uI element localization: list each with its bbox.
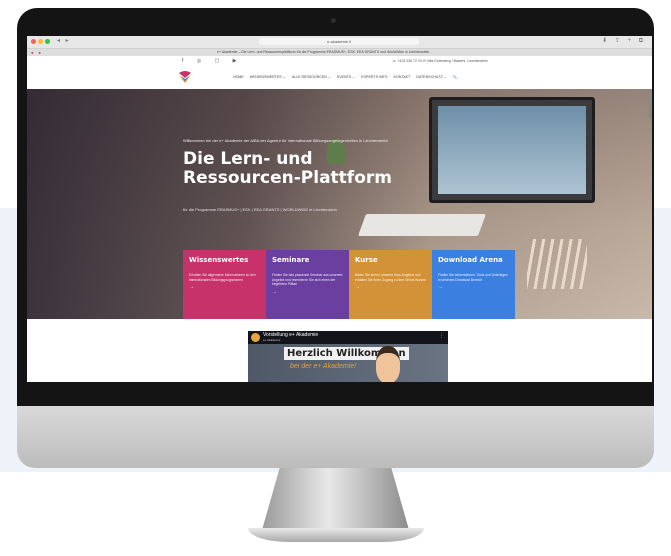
card-kurse[interactable]: Kurse Bilden Sie sich in unseren Kurs-An… xyxy=(349,250,432,319)
video-subheadline: bei der e+ Akademie! xyxy=(290,363,357,370)
monitor-chin xyxy=(17,406,654,468)
card-seminare[interactable]: Seminare Finden Sie das passende Seminar… xyxy=(266,250,349,319)
arrow-right-icon[interactable]: → xyxy=(272,289,343,295)
card-description: Finden Sie das passende Seminar aus unse… xyxy=(272,273,343,287)
close-window-button[interactable] xyxy=(31,39,36,44)
more-options-icon[interactable]: ⋮ xyxy=(439,333,444,339)
monitor-stand xyxy=(262,468,409,530)
tab-bar: ● ● e+ Akademie – Die Lern- und Ressourc… xyxy=(27,49,652,56)
video-thumbnail: Herzlich Willkommen bei der e+ Akademie! xyxy=(248,344,448,382)
zoom-window-button[interactable] xyxy=(45,39,50,44)
nav-item-events[interactable]: EVENTS ⌄ xyxy=(336,75,356,79)
hero-subline: für die Programme ERASMUS+ | ESK | EEA G… xyxy=(183,207,337,212)
nav-item-experts-info[interactable]: EXPERTS INFO xyxy=(360,75,388,79)
hero-photo-keyboard xyxy=(357,214,487,236)
card-description: Finden Sie Informationen, Tools und Unte… xyxy=(438,273,508,282)
search-icon[interactable]: 🔍 xyxy=(452,75,458,79)
arrow-right-icon[interactable]: → xyxy=(355,284,426,290)
video-title-bar: Vorstellung e+ Akademie e+ Akademie ⋮ xyxy=(248,331,448,344)
card-title: Wissenswertes xyxy=(189,256,249,264)
minimize-window-button[interactable] xyxy=(38,39,43,44)
card-description: Bilden Sie sich in unseren Kurs-Angebot … xyxy=(355,273,426,282)
video-section: Herzlich Willkommen bei der e+ Akademie!… xyxy=(27,319,652,382)
hero-title-line1: Die Lern- und xyxy=(183,149,313,169)
card-wissenswertes[interactable]: Wissenswertes Erhalten Sie allgemeine In… xyxy=(183,250,266,319)
hero-title: Die Lern- und Ressourcen-Plattform xyxy=(183,150,443,188)
monitor-foot xyxy=(248,528,424,542)
hero-photo-pencils xyxy=(527,239,587,289)
nav-menu: HOME WISSENSWERTES ⌄ ALLE RESSOURCEN ⌄ E… xyxy=(232,75,458,79)
nav-item-home[interactable]: HOME xyxy=(232,75,245,79)
nav-item-alle-ressourcen[interactable]: ALLE RESSOURCEN ⌄ xyxy=(291,75,332,79)
nav-item-wissenswertes[interactable]: WISSENSWERTES ⌄ xyxy=(249,75,287,79)
feature-cards: Wissenswertes Erhalten Sie allgemeine In… xyxy=(183,250,515,319)
contact-info: ☏ +423 236 72 20 ✉ Villa Gutenberg / Bal… xyxy=(392,59,488,63)
card-title: Kurse xyxy=(355,256,378,264)
arrow-right-icon[interactable]: → xyxy=(189,284,260,290)
site-topbar: f ◎ ▢ ▶ ☏ +423 236 72 20 ✉ Villa Gutenbe… xyxy=(27,57,652,67)
hero-title-line2: Ressourcen-Plattform xyxy=(183,168,392,188)
card-download-arena[interactable]: Download Arena Finden Sie Informationen,… xyxy=(432,250,515,319)
hero-photo-monitor xyxy=(429,97,595,203)
favorites-icons[interactable]: ● ● xyxy=(31,50,43,55)
card-title: Seminare xyxy=(272,256,310,264)
embedded-video[interactable]: Herzlich Willkommen bei der e+ Akademie!… xyxy=(248,331,448,382)
channel-avatar[interactable] xyxy=(251,333,260,342)
back-forward-buttons[interactable]: ◂ ▸ xyxy=(57,37,71,44)
toolbar-icons[interactable]: ⬇ ⇪ + ⧉ xyxy=(602,37,646,45)
address-bar[interactable]: e-akademie.li xyxy=(259,38,419,45)
social-icons[interactable]: f ◎ ▢ ▶ xyxy=(182,58,243,64)
arrow-right-icon[interactable]: → xyxy=(438,284,509,290)
site-logo[interactable] xyxy=(177,70,193,84)
nav-item-datenschutz[interactable]: DATENSCHUTZ ⌄ xyxy=(415,75,448,79)
hero-section: Willkommen bei der e+ Akademie der AIBA … xyxy=(27,89,652,319)
page-scrollbar[interactable] xyxy=(649,89,652,119)
video-channel: e+ Akademie xyxy=(263,338,281,342)
card-title: Download Arena xyxy=(438,256,503,264)
card-description: Erhalten Sie allgemeine Informationen zu… xyxy=(189,273,256,282)
browser-toolbar: ◂ ▸ e-akademie.li ⬇ ⇪ + ⧉ xyxy=(27,36,652,49)
screen: ◂ ▸ e-akademie.li ⬇ ⇪ + ⧉ ● ● e+ Akademi… xyxy=(27,36,652,382)
tab-title[interactable]: e+ Akademie – Die Lern- und Ressourcenpl… xyxy=(217,49,429,56)
camera-dot xyxy=(331,18,336,23)
cartoon-character-illustration xyxy=(376,346,400,382)
main-navigation: HOME WISSENSWERTES ⌄ ALLE RESSOURCEN ⌄ E… xyxy=(27,67,652,90)
nav-item-kontakt[interactable]: KONTAKT xyxy=(393,75,412,79)
hero-welcome-text: Willkommen bei der e+ Akademie der AIBA … xyxy=(183,138,388,143)
